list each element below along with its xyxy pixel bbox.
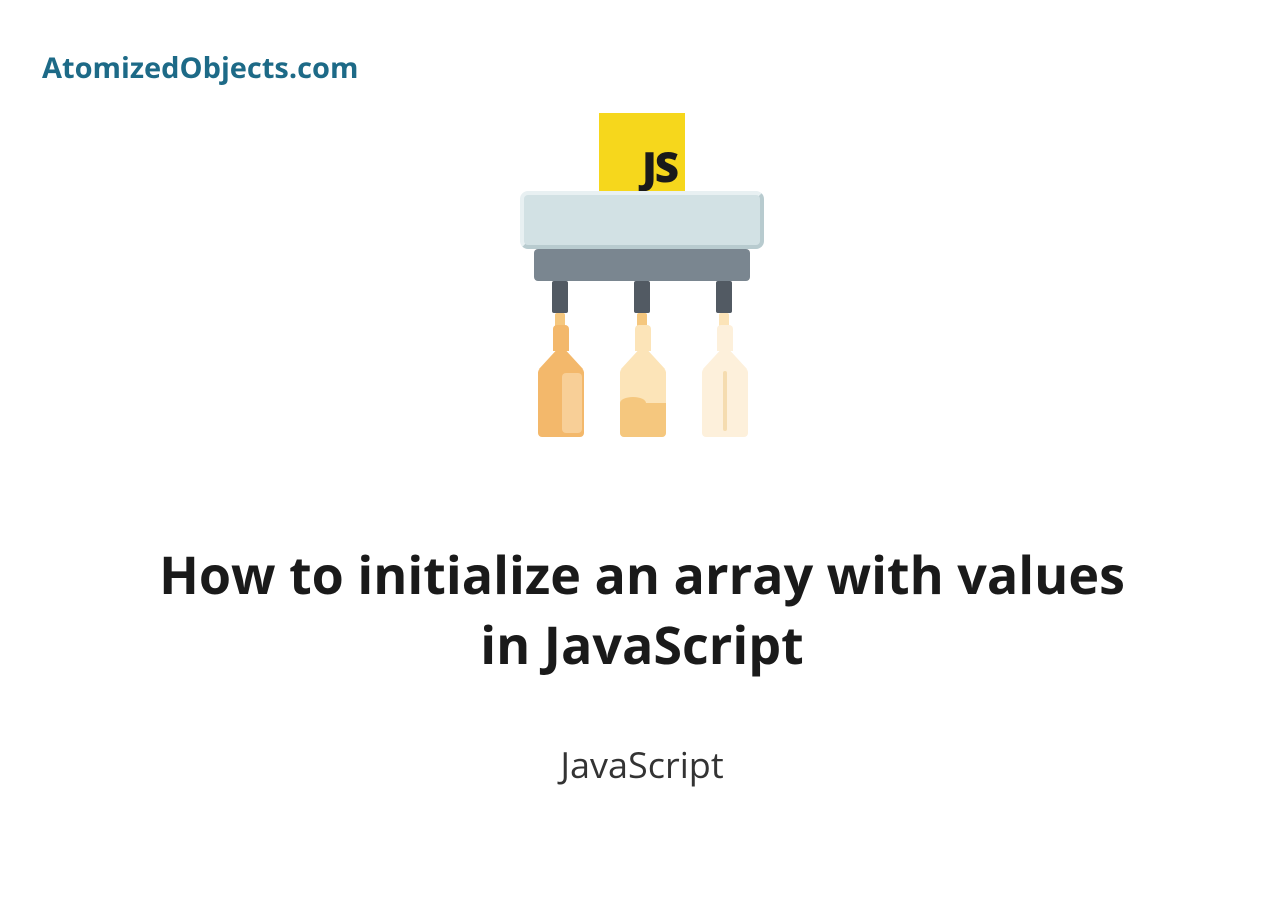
javascript-logo-icon: JS	[599, 113, 685, 199]
javascript-logo-text: JS	[642, 138, 677, 195]
bottle-full-icon	[532, 325, 590, 437]
article-category[interactable]: JavaScript	[560, 740, 723, 789]
nozzle-group-icon	[492, 281, 792, 331]
nozzle-icon	[634, 281, 650, 313]
nozzle-icon	[716, 281, 732, 313]
machine-base-icon	[534, 249, 750, 281]
nozzle-icon	[552, 281, 568, 313]
hero-illustration: JS	[492, 113, 792, 433]
bottle-empty-icon	[696, 325, 754, 437]
article-title: How to initialize an array with values i…	[142, 540, 1142, 680]
bottle-half-icon	[614, 325, 672, 437]
bottles-group-icon	[492, 325, 792, 445]
site-brand[interactable]: AtomizedObjects.com	[42, 48, 358, 87]
machine-top-icon	[520, 191, 764, 249]
